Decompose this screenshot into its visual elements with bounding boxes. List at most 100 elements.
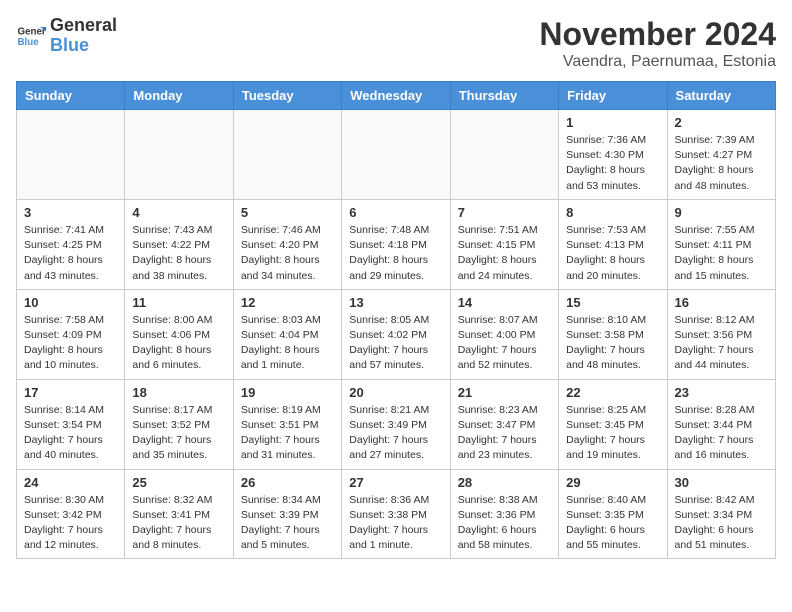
day-info: Sunrise: 8:19 AM Sunset: 3:51 PM Dayligh… bbox=[241, 403, 334, 464]
calendar-cell: 9 Sunrise: 7:55 AM Sunset: 4:11 PM Daylig… bbox=[667, 199, 775, 289]
calendar-cell: 30 Sunrise: 8:42 AM Sunset: 3:34 PM Dayli… bbox=[667, 469, 775, 559]
day-info: Sunrise: 7:53 AM Sunset: 4:13 PM Dayligh… bbox=[566, 223, 659, 284]
calendar-cell: 27Sunrise: 8:36 AM Sunset: 3:38 PM Dayli… bbox=[342, 469, 450, 559]
logo-icon: General Blue bbox=[16, 21, 46, 51]
day-number: 8 bbox=[566, 205, 659, 220]
calendar-week-3: 10 Sunrise: 7:58 AM Sunset: 4:09 PM Dayli… bbox=[17, 289, 776, 379]
day-info: Sunrise: 7:55 AM Sunset: 4:11 PM Dayligh… bbox=[675, 223, 768, 284]
title-area: November 2024 Vaendra, Paernumaa, Estoni… bbox=[539, 16, 776, 71]
calendar-cell: 24 Sunrise: 8:30 AM Sunset: 3:42 PM Dayli… bbox=[17, 469, 125, 559]
day-info: Sunrise: 8:30 AM Sunset: 3:42 PM Dayligh… bbox=[24, 493, 117, 554]
day-number: 27 bbox=[349, 475, 442, 490]
day-info: Sunrise: 8:10 AM Sunset: 3:58 PM Dayligh… bbox=[566, 313, 659, 374]
day-info: Sunrise: 8:03 AM Sunset: 4:04 PM Dayligh… bbox=[241, 313, 334, 374]
calendar-cell: 18 Sunrise: 8:17 AM Sunset: 3:52 PM Dayli… bbox=[125, 379, 233, 469]
column-header-sunday: Sunday bbox=[17, 82, 125, 110]
day-info: Sunrise: 7:39 AM Sunset: 4:27 PM Dayligh… bbox=[675, 133, 768, 194]
calendar-week-5: 24 Sunrise: 8:30 AM Sunset: 3:42 PM Dayli… bbox=[17, 469, 776, 559]
day-number: 21 bbox=[458, 385, 551, 400]
day-info: Sunrise: 8:07 AM Sunset: 4:00 PM Dayligh… bbox=[458, 313, 551, 374]
day-number: 6 bbox=[349, 205, 442, 220]
day-number: 11 bbox=[132, 295, 225, 310]
day-info: Sunrise: 8:38 AM Sunset: 3:36 PM Dayligh… bbox=[458, 493, 551, 554]
calendar-cell: 2 Sunrise: 7:39 AM Sunset: 4:27 PM Daylig… bbox=[667, 110, 775, 200]
day-number: 12 bbox=[241, 295, 334, 310]
column-header-friday: Friday bbox=[559, 82, 667, 110]
day-number: 14 bbox=[458, 295, 551, 310]
day-info: Sunrise: 8:32 AM Sunset: 3:41 PM Dayligh… bbox=[132, 493, 225, 554]
day-info: Sunrise: 8:25 AM Sunset: 3:45 PM Dayligh… bbox=[566, 403, 659, 464]
day-info: Sunrise: 8:21 AM Sunset: 3:49 PM Dayligh… bbox=[349, 403, 442, 464]
day-number: 5 bbox=[241, 205, 334, 220]
day-info: Sunrise: 7:51 AM Sunset: 4:15 PM Dayligh… bbox=[458, 223, 551, 284]
day-info: Sunrise: 8:40 AM Sunset: 3:35 PM Dayligh… bbox=[566, 493, 659, 554]
calendar-cell: 22 Sunrise: 8:25 AM Sunset: 3:45 PM Dayli… bbox=[559, 379, 667, 469]
day-number: 22 bbox=[566, 385, 659, 400]
calendar-cell bbox=[450, 110, 558, 200]
calendar-cell: 21Sunrise: 8:23 AM Sunset: 3:47 PM Dayli… bbox=[450, 379, 558, 469]
day-number: 25 bbox=[132, 475, 225, 490]
calendar-week-1: 1Sunrise: 7:36 AM Sunset: 4:30 PM Daylig… bbox=[17, 110, 776, 200]
column-header-monday: Monday bbox=[125, 82, 233, 110]
day-number: 10 bbox=[24, 295, 117, 310]
calendar-cell bbox=[233, 110, 341, 200]
calendar-cell: 17 Sunrise: 8:14 AM Sunset: 3:54 PM Dayli… bbox=[17, 379, 125, 469]
day-info: Sunrise: 7:58 AM Sunset: 4:09 PM Dayligh… bbox=[24, 313, 117, 374]
day-number: 18 bbox=[132, 385, 225, 400]
svg-text:Blue: Blue bbox=[18, 37, 40, 48]
calendar-cell: 13 Sunrise: 8:05 AM Sunset: 4:02 PM Dayli… bbox=[342, 289, 450, 379]
calendar-cell: 4 Sunrise: 7:43 AM Sunset: 4:22 PM Daylig… bbox=[125, 199, 233, 289]
calendar-cell: 11Sunrise: 8:00 AM Sunset: 4:06 PM Dayli… bbox=[125, 289, 233, 379]
logo-text-general: General bbox=[50, 16, 117, 36]
calendar-cell: 20 Sunrise: 8:21 AM Sunset: 3:49 PM Dayli… bbox=[342, 379, 450, 469]
calendar-cell: 19 Sunrise: 8:19 AM Sunset: 3:51 PM Dayli… bbox=[233, 379, 341, 469]
calendar-cell: 15 Sunrise: 8:10 AM Sunset: 3:58 PM Dayli… bbox=[559, 289, 667, 379]
calendar-cell: 7 Sunrise: 7:51 AM Sunset: 4:15 PM Daylig… bbox=[450, 199, 558, 289]
calendar-week-2: 3 Sunrise: 7:41 AM Sunset: 4:25 PM Daylig… bbox=[17, 199, 776, 289]
day-number: 30 bbox=[675, 475, 768, 490]
day-number: 3 bbox=[24, 205, 117, 220]
calendar-cell: 10 Sunrise: 7:58 AM Sunset: 4:09 PM Dayli… bbox=[17, 289, 125, 379]
calendar-cell bbox=[17, 110, 125, 200]
month-title: November 2024 bbox=[539, 16, 776, 53]
calendar-cell: 28Sunrise: 8:38 AM Sunset: 3:36 PM Dayli… bbox=[450, 469, 558, 559]
day-info: Sunrise: 7:48 AM Sunset: 4:18 PM Dayligh… bbox=[349, 223, 442, 284]
day-number: 20 bbox=[349, 385, 442, 400]
day-info: Sunrise: 8:17 AM Sunset: 3:52 PM Dayligh… bbox=[132, 403, 225, 464]
calendar-cell: 25 Sunrise: 8:32 AM Sunset: 3:41 PM Dayli… bbox=[125, 469, 233, 559]
day-number: 19 bbox=[241, 385, 334, 400]
calendar-cell: 23Sunrise: 8:28 AM Sunset: 3:44 PM Dayli… bbox=[667, 379, 775, 469]
day-info: Sunrise: 8:42 AM Sunset: 3:34 PM Dayligh… bbox=[675, 493, 768, 554]
day-info: Sunrise: 8:34 AM Sunset: 3:39 PM Dayligh… bbox=[241, 493, 334, 554]
calendar-cell bbox=[125, 110, 233, 200]
logo-text-blue: Blue bbox=[50, 36, 117, 56]
day-info: Sunrise: 7:41 AM Sunset: 4:25 PM Dayligh… bbox=[24, 223, 117, 284]
calendar-cell: 8 Sunrise: 7:53 AM Sunset: 4:13 PM Daylig… bbox=[559, 199, 667, 289]
calendar-cell: 12 Sunrise: 8:03 AM Sunset: 4:04 PM Dayli… bbox=[233, 289, 341, 379]
logo: General Blue General Blue bbox=[16, 16, 117, 56]
day-number: 24 bbox=[24, 475, 117, 490]
day-number: 1 bbox=[566, 115, 659, 130]
calendar-cell: 6 Sunrise: 7:48 AM Sunset: 4:18 PM Daylig… bbox=[342, 199, 450, 289]
day-info: Sunrise: 8:28 AM Sunset: 3:44 PM Dayligh… bbox=[675, 403, 768, 464]
day-number: 16 bbox=[675, 295, 768, 310]
day-number: 4 bbox=[132, 205, 225, 220]
day-number: 9 bbox=[675, 205, 768, 220]
calendar-cell bbox=[342, 110, 450, 200]
day-number: 17 bbox=[24, 385, 117, 400]
calendar-cell: 26Sunrise: 8:34 AM Sunset: 3:39 PM Dayli… bbox=[233, 469, 341, 559]
calendar-header-row: SundayMondayTuesdayWednesdayThursdayFrid… bbox=[17, 82, 776, 110]
calendar-week-4: 17 Sunrise: 8:14 AM Sunset: 3:54 PM Dayli… bbox=[17, 379, 776, 469]
day-number: 2 bbox=[675, 115, 768, 130]
calendar-cell: 16Sunrise: 8:12 AM Sunset: 3:56 PM Dayli… bbox=[667, 289, 775, 379]
column-header-tuesday: Tuesday bbox=[233, 82, 341, 110]
day-info: Sunrise: 7:43 AM Sunset: 4:22 PM Dayligh… bbox=[132, 223, 225, 284]
location-subtitle: Vaendra, Paernumaa, Estonia bbox=[539, 53, 776, 71]
calendar-table: SundayMondayTuesdayWednesdayThursdayFrid… bbox=[16, 81, 776, 559]
day-info: Sunrise: 8:05 AM Sunset: 4:02 PM Dayligh… bbox=[349, 313, 442, 374]
calendar-cell: 1Sunrise: 7:36 AM Sunset: 4:30 PM Daylig… bbox=[559, 110, 667, 200]
day-number: 15 bbox=[566, 295, 659, 310]
day-info: Sunrise: 8:14 AM Sunset: 3:54 PM Dayligh… bbox=[24, 403, 117, 464]
day-number: 7 bbox=[458, 205, 551, 220]
day-number: 13 bbox=[349, 295, 442, 310]
